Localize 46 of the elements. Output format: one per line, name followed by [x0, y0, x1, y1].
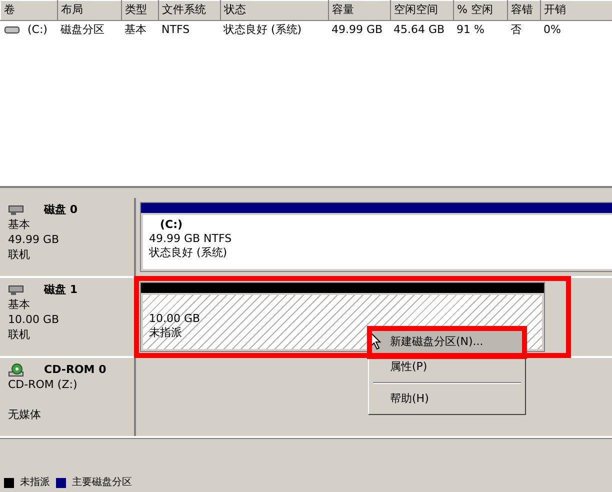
table-cell: 磁盘分区 [60, 23, 104, 36]
disk-info: CD-ROM (Z:) [8, 377, 78, 392]
partition-info: 10.00 GB [149, 312, 202, 326]
disk-info: 联机 [8, 247, 31, 262]
table-cell: 91 % [456, 23, 484, 36]
column-header[interactable]: 卷 [0, 0, 58, 20]
column-header[interactable]: 开销 [540, 0, 612, 20]
disk-icon [8, 282, 24, 296]
disk-name: 磁盘 0 [44, 202, 78, 217]
table-cell: 45.64 GB [394, 23, 445, 36]
drive-icon [4, 24, 20, 35]
disk-info: 联机 [8, 327, 31, 342]
column-header[interactable]: % 空闲 [454, 0, 508, 20]
table-cell: 否 [510, 23, 522, 36]
disk-icon [8, 202, 24, 216]
menu-item[interactable]: 帮助(H) [371, 387, 523, 412]
table-cell: NTFS [162, 23, 190, 36]
partition-label: (C:) [160, 218, 184, 232]
mouse-cursor-icon [370, 332, 382, 350]
partition-info: 状态良好 (系统) [149, 246, 228, 260]
table-cell: 0% [544, 23, 561, 36]
disk-info: 无媒体 [8, 407, 42, 422]
table-cell: 49.99 GB [332, 23, 383, 36]
disk-info: 基本 [8, 217, 31, 232]
disk-name: 磁盘 1 [44, 282, 78, 297]
partition-info: 49.99 GB NTFS [149, 232, 233, 246]
disk-info: 基本 [8, 297, 31, 312]
partition-info: 未指派 [149, 326, 183, 340]
column-header[interactable]: 空闲空间 [390, 0, 454, 20]
column-header[interactable]: 状态 [220, 0, 328, 20]
partition-block[interactable]: (C:) 49.99 GB NTFS 状态良好 (系统) [140, 202, 612, 272]
column-header[interactable]: 文件系统 [158, 0, 220, 20]
disk-name: CD-ROM 0 [44, 362, 106, 377]
cd-drive-icon [8, 362, 24, 376]
legend-label: 主要磁盘分区 [72, 477, 132, 489]
legend-label: 未指派 [20, 477, 50, 489]
disk-info: 10.00 GB [8, 312, 60, 327]
disk-info: 49.99 GB [8, 232, 60, 247]
menu-item[interactable]: 属性(P) [371, 354, 523, 379]
table-cell: (C:) [28, 23, 48, 36]
column-header[interactable]: 容错 [508, 0, 540, 20]
table-cell: 基本 [124, 23, 146, 36]
column-header[interactable]: 布局 [58, 0, 122, 20]
column-header[interactable]: 容量 [328, 0, 390, 20]
column-header[interactable]: 类型 [122, 0, 158, 20]
table-cell: 状态良好 (系统) [224, 23, 302, 36]
